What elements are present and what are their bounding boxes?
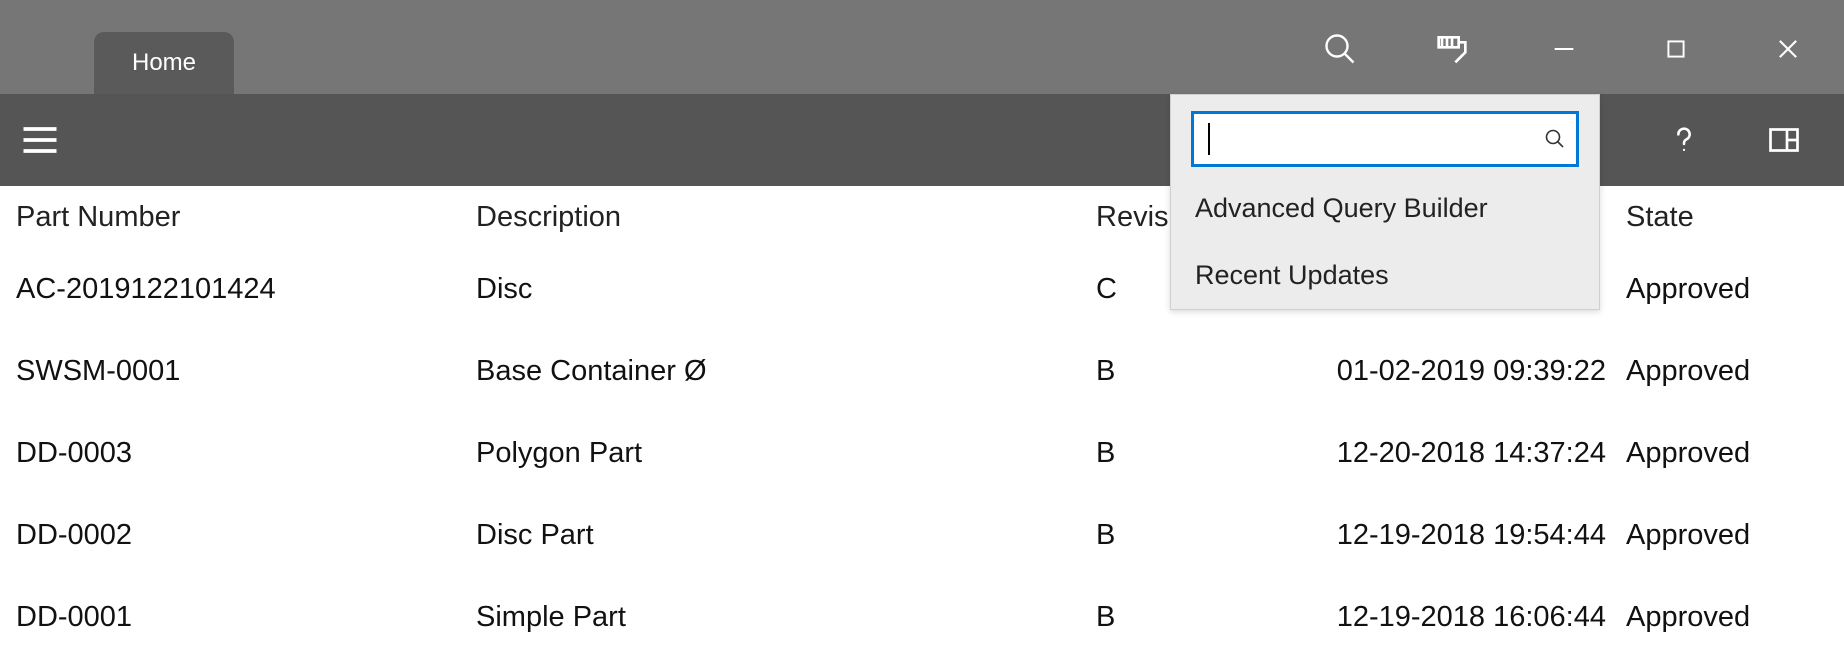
search-box[interactable] bbox=[1191, 111, 1579, 167]
cell-revision: B bbox=[1096, 437, 1296, 470]
cell-description: Polygon Part bbox=[476, 437, 1096, 470]
menu-item-label: Recent Updates bbox=[1195, 260, 1389, 290]
menu-item-recent-updates[interactable]: Recent Updates bbox=[1171, 242, 1599, 309]
toolbar-right bbox=[1634, 94, 1844, 186]
cell-date: 12-19-2018 16:06:44 bbox=[1296, 601, 1626, 634]
help-icon[interactable] bbox=[1634, 94, 1734, 186]
table-row[interactable]: DD-0001Simple PartB12-19-2018 16:06:44Ap… bbox=[0, 576, 1844, 658]
close-icon[interactable] bbox=[1732, 21, 1844, 77]
col-header-part-number[interactable]: Part Number bbox=[16, 201, 476, 234]
menu-button[interactable] bbox=[0, 94, 80, 186]
search-panel: Advanced Query Builder Recent Updates bbox=[1170, 94, 1600, 310]
cell-revision: B bbox=[1096, 519, 1296, 552]
search-global-icon[interactable] bbox=[1284, 21, 1396, 77]
cell-description: Simple Part bbox=[476, 601, 1096, 634]
search-input[interactable] bbox=[1208, 124, 1543, 155]
cell-state: Approved bbox=[1626, 355, 1828, 388]
cell-part-number: DD-0001 bbox=[16, 601, 476, 634]
menu-item-advanced-query[interactable]: Advanced Query Builder bbox=[1171, 175, 1599, 242]
cell-date: 12-19-2018 19:54:44 bbox=[1296, 519, 1626, 552]
window-controls bbox=[1284, 0, 1844, 94]
title-bar: Home bbox=[0, 0, 1844, 94]
cell-state: Approved bbox=[1626, 601, 1828, 634]
layout-panel-icon[interactable] bbox=[1734, 94, 1834, 186]
table-row[interactable]: DD-0003Polygon PartB12-20-2018 14:37:24A… bbox=[0, 412, 1844, 494]
cell-state: Approved bbox=[1626, 519, 1828, 552]
search-icon[interactable] bbox=[1543, 124, 1567, 154]
col-header-state[interactable]: State bbox=[1626, 201, 1828, 234]
table-row[interactable]: SWSM-0001Base Container ØB01-02-2019 09:… bbox=[0, 330, 1844, 412]
cell-revision: B bbox=[1096, 355, 1296, 388]
text-cursor bbox=[1208, 123, 1210, 155]
cell-part-number: DD-0003 bbox=[16, 437, 476, 470]
cell-date: 12-20-2018 14:37:24 bbox=[1296, 437, 1626, 470]
col-header-description[interactable]: Description bbox=[476, 201, 1096, 234]
cell-description: Disc Part bbox=[476, 519, 1096, 552]
cell-description: Disc bbox=[476, 273, 1096, 306]
tab-home-label: Home bbox=[132, 49, 196, 77]
cell-revision: B bbox=[1096, 601, 1296, 634]
minimize-icon[interactable] bbox=[1508, 21, 1620, 77]
cell-state: Approved bbox=[1626, 437, 1828, 470]
cell-part-number: SWSM-0001 bbox=[16, 355, 476, 388]
menu-item-label: Advanced Query Builder bbox=[1195, 193, 1488, 223]
cell-part-number: DD-0002 bbox=[16, 519, 476, 552]
tab-home[interactable]: Home bbox=[94, 32, 234, 94]
barcode-scanner-icon[interactable] bbox=[1396, 21, 1508, 77]
table-row[interactable]: DD-0002Disc PartB12-19-2018 19:54:44Appr… bbox=[0, 494, 1844, 576]
cell-date: 01-02-2019 09:39:22 bbox=[1296, 355, 1626, 388]
maximize-icon[interactable] bbox=[1620, 21, 1732, 77]
cell-state: Approved bbox=[1626, 273, 1828, 306]
cell-part-number: AC-2019122101424 bbox=[16, 273, 476, 306]
cell-description: Base Container Ø bbox=[476, 355, 1096, 388]
